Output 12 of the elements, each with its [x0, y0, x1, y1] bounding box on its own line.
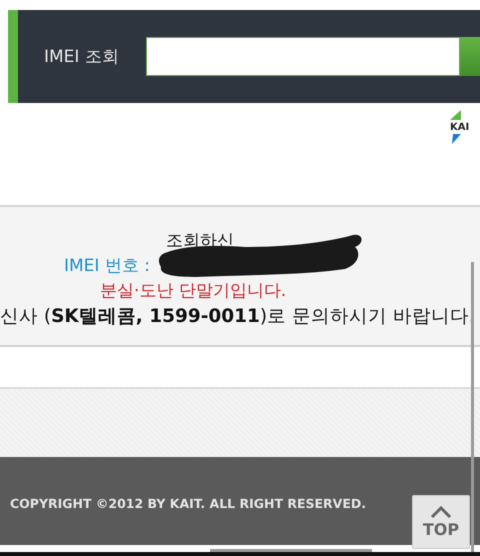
scrollbar[interactable] — [471, 262, 474, 552]
copyright-text: COPYRIGHT ©2012 BY KAIT. ALL RIGHT RESERVED. — [10, 496, 366, 510]
search-button[interactable] — [460, 37, 480, 76]
logo-text: KAI — [450, 122, 470, 132]
contact-text: 신사 (SK텔레콤, 1599-0011)로 문의하시기 바랍니다. — [0, 306, 475, 327]
caret-icon — [430, 506, 452, 518]
search-label: IMEI 조회 — [44, 46, 120, 68]
top-button[interactable]: TOP — [412, 495, 470, 549]
scrollbar[interactable] — [210, 549, 372, 552]
search-field[interactable] — [146, 37, 460, 76]
imei-label: IMEI 번호 : — [64, 256, 150, 276]
warning-text: 분실·도난 단말기입니다. — [100, 281, 286, 301]
